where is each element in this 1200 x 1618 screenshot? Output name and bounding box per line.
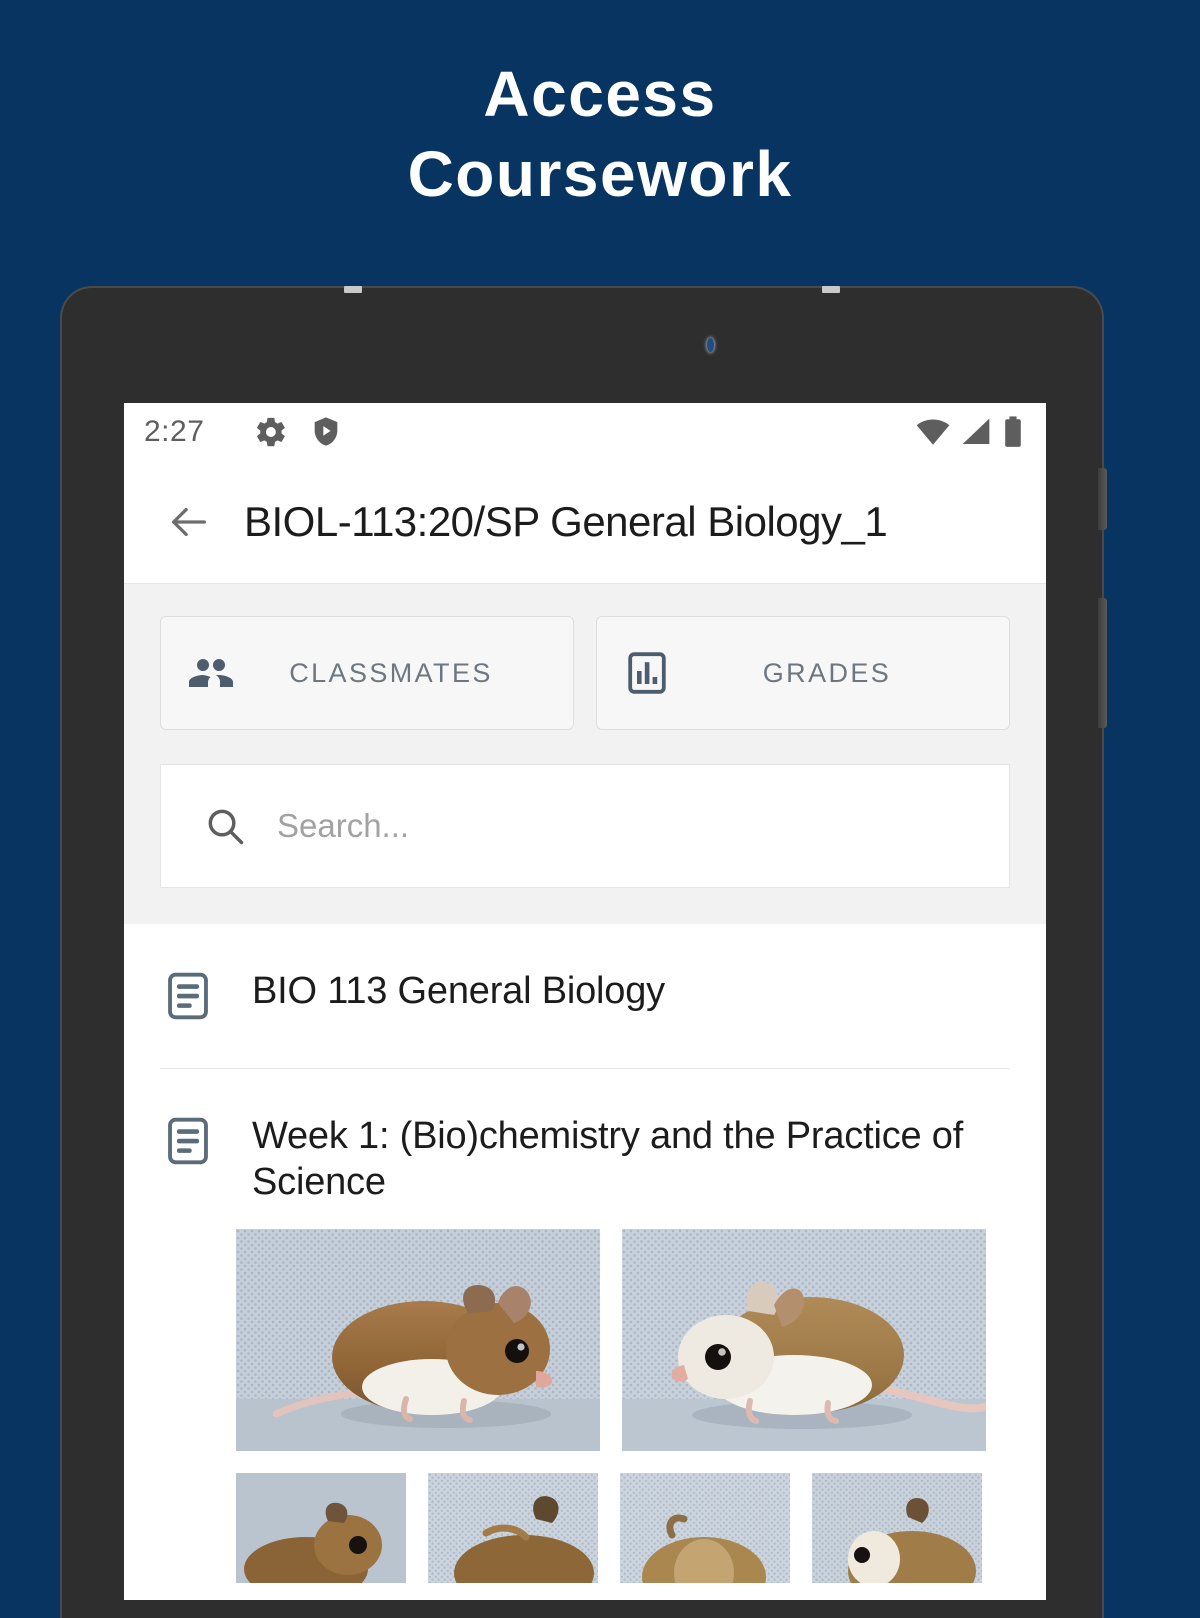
search-input[interactable]: Search...	[160, 764, 1010, 888]
device-top-notch-right	[822, 286, 840, 293]
page-title: Access Coursework	[407, 58, 793, 210]
mouse-photo[interactable]	[812, 1473, 982, 1583]
status-bar: 2:27	[124, 403, 1046, 461]
mouse-photo[interactable]	[620, 1473, 790, 1583]
power-button[interactable]	[1098, 468, 1107, 530]
chip-row: CLASSMATES GRADES	[160, 616, 1010, 730]
content-list: BIO 113 General Biology Week 1: (Bio)che…	[124, 924, 1046, 1583]
volume-button[interactable]	[1098, 598, 1107, 728]
mouse-photo-graphic	[428, 1473, 598, 1583]
mouse-photo-graphic	[622, 1229, 986, 1451]
article-icon	[168, 1117, 208, 1165]
gear-icon	[257, 417, 286, 447]
list-item[interactable]: Week 1: (Bio)chemistry and the Practice …	[124, 1069, 1046, 1205]
mouse-photo-graphic	[812, 1473, 982, 1583]
search-icon	[208, 809, 244, 845]
mouse-photo[interactable]	[428, 1473, 598, 1583]
app-bar: BIOL-113:20/SP General Biology_1	[124, 461, 1046, 583]
mouse-photo[interactable]	[622, 1229, 986, 1451]
mouse-photo-graphic	[620, 1473, 790, 1583]
back-arrow-icon[interactable]	[166, 499, 212, 545]
device-top-notch-left	[344, 286, 362, 293]
front-camera	[707, 338, 714, 352]
list-item-title: BIO 113 General Biology	[252, 970, 665, 1012]
mouse-photo-graphic	[236, 1473, 406, 1583]
list-item[interactable]: BIO 113 General Biology	[124, 924, 1046, 1020]
classmates-button[interactable]: CLASSMATES	[160, 616, 574, 730]
shield-play-icon	[315, 417, 338, 446]
wifi-icon	[916, 419, 950, 445]
article-icon	[168, 972, 208, 1020]
status-bar-left: 2:27	[144, 415, 916, 449]
bar-chart-icon	[628, 652, 666, 694]
battery-icon	[1005, 416, 1021, 447]
photo-row-large	[124, 1205, 1046, 1451]
photo-row-small	[124, 1451, 1046, 1583]
app-bar-title: BIOL-113:20/SP General Biology_1	[244, 498, 888, 545]
grades-label: GRADES	[762, 657, 892, 688]
mouse-photo[interactable]	[236, 1473, 406, 1583]
people-icon	[189, 659, 233, 687]
device-screen: 2:27 BIOL-113:20/SP General Biology_1 CL…	[124, 403, 1046, 1600]
search-placeholder: Search...	[277, 807, 410, 844]
list-item-title: Week 1: (Bio)chemistry and the Practice …	[252, 1115, 964, 1203]
mouse-photo[interactable]	[236, 1229, 600, 1451]
status-bar-right	[916, 415, 1024, 449]
grades-button[interactable]: GRADES	[596, 616, 1010, 730]
toolbar-panel: CLASSMATES GRADES Search...	[124, 583, 1046, 924]
cellular-signal-icon	[962, 418, 990, 444]
classmates-label: CLASSMATES	[289, 657, 493, 688]
status-clock: 2:27	[144, 415, 205, 448]
mouse-photo-graphic	[236, 1229, 600, 1451]
